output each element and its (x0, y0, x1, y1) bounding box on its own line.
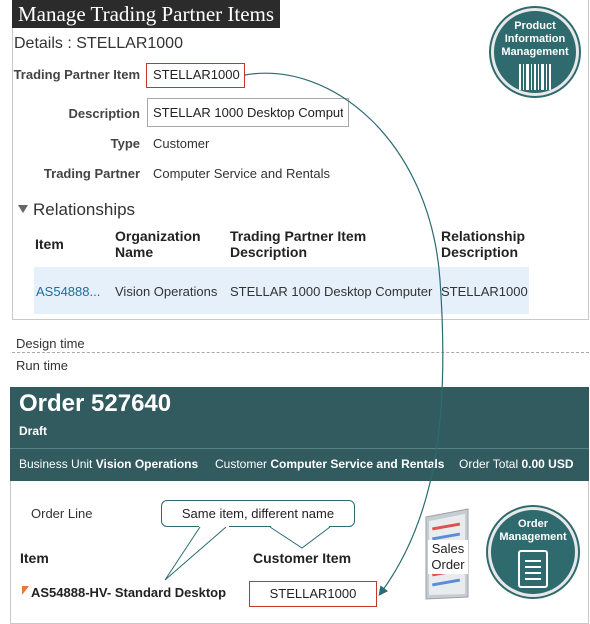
description-input[interactable] (147, 98, 349, 127)
trading-partner-value: Computer Service and Rentals (153, 166, 331, 181)
order-line-item-value[interactable]: AS54888-HV- Standard Desktop (31, 585, 226, 600)
order-total-label: Order Total (459, 457, 519, 471)
design-time-label: Design time (16, 336, 85, 351)
om-label-line2: Management (499, 531, 567, 543)
customer-label: Customer (215, 457, 268, 471)
description-label: Description (68, 106, 140, 121)
item-flag-icon (22, 586, 29, 595)
column-header-line: Trading Partner Item (230, 228, 367, 244)
om-label-line1: Order (518, 518, 548, 530)
customer-item-value: STELLAR1000 (249, 581, 377, 607)
time-divider (12, 352, 589, 353)
product-information-management-badge: Product Information Management (491, 8, 579, 96)
customer-value: Computer Service and Rentals (270, 457, 445, 471)
order-total-field: Order Total 0.00 USD (459, 457, 574, 471)
collapse-triangle-icon[interactable] (18, 205, 28, 213)
pim-label-line1: Product (514, 20, 556, 32)
sales-order-label: Sales Order (428, 540, 468, 574)
callout-bubble: Same item, different name (161, 500, 355, 527)
business-unit-field: Business Unit Vision Operations (19, 457, 198, 471)
column-header-line: Item (35, 236, 64, 252)
page-banner-title: Manage Trading Partner Items (12, 0, 281, 28)
pim-label-line2: Information (504, 33, 566, 45)
table-cell-item-link[interactable]: AS54888... (36, 284, 100, 299)
column-header-organization[interactable]: Organization Name (115, 228, 201, 260)
customer-field: Customer Computer Service and Rentals (215, 457, 444, 471)
column-header-relationship[interactable]: Relationship Description (441, 228, 525, 260)
order-status: Draft (19, 424, 48, 438)
document-icon (518, 550, 548, 588)
table-cell-tpi-description: STELLAR 1000 Desktop Computer (230, 284, 433, 299)
order-total-value: 0.00 USD (521, 457, 574, 471)
pim-label-line3: Management (501, 46, 569, 58)
item-column-header: Item (20, 550, 49, 566)
run-time-label: Run time (16, 358, 69, 373)
column-header-tpi-description[interactable]: Trading Partner Item Description (230, 228, 366, 260)
customer-item-column-header: Customer Item (253, 550, 352, 566)
type-label: Type (110, 136, 140, 151)
details-title: Details : STELLAR1000 (14, 35, 183, 52)
column-header-line: Description (441, 244, 519, 260)
order-line-label: Order Line (31, 506, 93, 521)
trading-partner-label: Trading Partner (43, 166, 140, 181)
table-cell-organization: Vision Operations (115, 284, 218, 299)
table-cell-relationship: STELLAR1000 (441, 284, 528, 299)
column-header-line: Relationship (441, 228, 526, 244)
column-header-line: Description (230, 244, 308, 260)
type-value: Customer (153, 136, 210, 151)
barcode-icon (519, 64, 551, 90)
relationships-heading: Relationships (33, 200, 136, 219)
business-unit-label: Business Unit (19, 457, 93, 471)
trading-partner-item-value: STELLAR1000 (146, 63, 245, 88)
sales-order-line2: Order (431, 557, 465, 572)
order-management-badge: Order Management (488, 507, 578, 597)
column-header-line: Organization (115, 228, 201, 244)
header-separator (10, 448, 589, 449)
column-header-line: Name (115, 244, 154, 260)
business-unit-value: Vision Operations (95, 457, 199, 471)
sales-order-line1: Sales (431, 541, 465, 556)
trading-partner-item-label: Trading Partner Item (13, 67, 140, 82)
column-header-item[interactable]: Item (35, 236, 64, 252)
order-title: Order 527640 (19, 390, 172, 417)
